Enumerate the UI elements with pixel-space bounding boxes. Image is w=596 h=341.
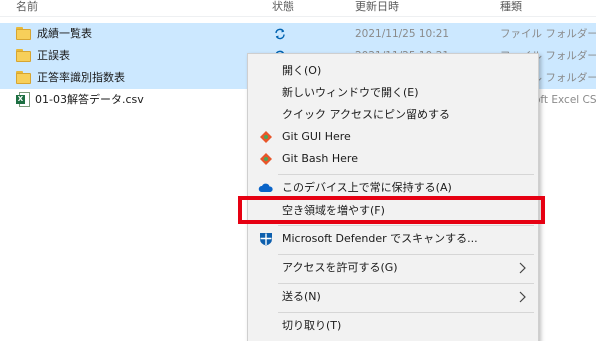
- file-name: 正誤表: [37, 49, 70, 62]
- folder-icon: [16, 71, 31, 84]
- menu-item-label: このデバイス上で常に保持する(A): [282, 181, 452, 194]
- menu-item-defender-scan[interactable]: Microsoft Defender でスキャンする...: [248, 228, 538, 250]
- column-status[interactable]: 状態: [272, 0, 294, 14]
- annotation-highlight-box: [238, 196, 545, 224]
- defender-shield-icon: [260, 233, 272, 246]
- excel-csv-icon: X: [16, 92, 30, 107]
- column-date-modified[interactable]: 更新日時: [355, 0, 399, 14]
- menu-item-label: Git Bash Here: [282, 152, 358, 165]
- menu-item-open-new-window[interactable]: 新しいウィンドウで開く(E): [248, 82, 538, 104]
- file-name: 正答率識別指数表: [37, 71, 125, 84]
- header-divider: [0, 16, 596, 17]
- onedrive-cloud-icon: [258, 183, 273, 192]
- menu-item-pin-quick-access[interactable]: クイック アクセスにピン留めする: [248, 104, 538, 126]
- file-name: 01-03解答データ.csv: [35, 93, 144, 106]
- menu-item-label: 開く(O): [282, 64, 322, 77]
- chevron-right-icon: [519, 291, 526, 303]
- sync-icon: [275, 28, 285, 40]
- menu-item-label: Git GUI Here: [282, 130, 351, 143]
- menu-item-label: 新しいウィンドウで開く(E): [282, 86, 419, 99]
- menu-item-git-bash[interactable]: Git Bash Here: [248, 148, 538, 170]
- git-icon: [260, 153, 272, 165]
- menu-item-git-gui[interactable]: Git GUI Here: [248, 126, 538, 148]
- chevron-right-icon: [519, 262, 526, 274]
- folder-icon: [16, 27, 31, 40]
- file-date: 2021/11/25 10:21: [355, 28, 450, 40]
- file-row-seiseki[interactable]: 成績一覧表 2021/11/25 10:21 ファイル フォルダー: [0, 23, 596, 45]
- menu-item-label: Microsoft Defender でスキャンする...: [282, 232, 478, 245]
- menu-item-cut[interactable]: 切り取り(T): [248, 315, 538, 337]
- menu-item-open[interactable]: 開く(O): [248, 60, 538, 82]
- column-type[interactable]: 種類: [500, 0, 522, 14]
- file-name: 成績一覧表: [37, 27, 92, 40]
- menu-item-give-access[interactable]: アクセスを許可する(G): [248, 257, 538, 279]
- file-type: oft Excel CS: [534, 94, 596, 106]
- menu-item-label: アクセスを許可する(G): [282, 261, 398, 274]
- menu-item-label: 切り取り(T): [282, 319, 342, 332]
- menu-separator: [278, 283, 534, 284]
- menu-separator: [278, 254, 534, 255]
- file-type: ファイル フォルダー: [500, 28, 596, 40]
- git-icon: [260, 131, 272, 143]
- menu-separator: [278, 174, 534, 175]
- menu-item-send-to[interactable]: 送る(N): [248, 286, 538, 308]
- column-header: 名前 状態 更新日時 種類: [0, 0, 596, 16]
- menu-separator: [278, 312, 534, 313]
- menu-item-label: クイック アクセスにピン留めする: [282, 108, 450, 121]
- folder-icon: [16, 49, 31, 62]
- column-name[interactable]: 名前: [16, 0, 38, 14]
- menu-separator: [278, 225, 534, 226]
- menu-item-label: 送る(N): [282, 290, 321, 303]
